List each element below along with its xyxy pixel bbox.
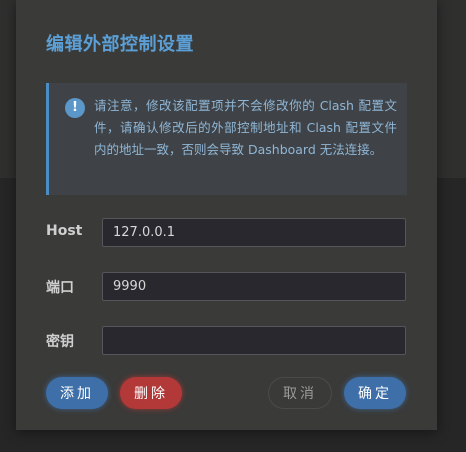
port-input[interactable] (102, 272, 406, 301)
host-input[interactable] (102, 218, 406, 247)
notice-text: 请注意，修改该配置项并不会修改你的 Clash 配置文件，请确认修改后的外部控制… (94, 98, 397, 157)
external-controller-dialog: 编辑外部控制设置 ! 请注意，修改该配置项并不会修改你的 Clash 配置文件，… (16, 0, 437, 430)
host-label: Host (46, 223, 83, 239)
secret-input[interactable] (102, 326, 406, 355)
port-label: 端口 (46, 280, 74, 296)
delete-button[interactable]: 删除 (120, 377, 182, 409)
dialog-title: 编辑外部控制设置 (46, 34, 194, 55)
cancel-button[interactable]: 取消 (268, 377, 332, 409)
confirm-button[interactable]: 确定 (344, 377, 406, 409)
info-icon: ! (65, 98, 85, 118)
secret-label: 密钥 (46, 334, 74, 350)
notice-alert: ! 请注意，修改该配置项并不会修改你的 Clash 配置文件，请确认修改后的外部… (46, 83, 407, 195)
add-button[interactable]: 添加 (46, 377, 108, 409)
